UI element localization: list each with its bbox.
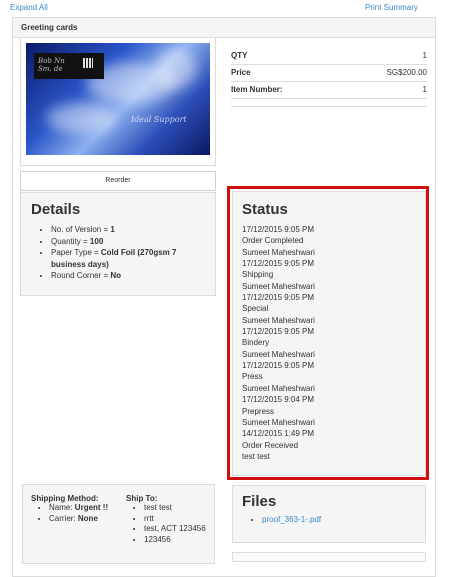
panel-header[interactable]: Greeting cards [13, 18, 435, 38]
ship-to-column: Ship To: test test rrtt test, ACT 123456… [126, 494, 214, 545]
status-line: Sumeet Maheshwari [242, 315, 315, 325]
status-line: Sumeet Maheshwari [242, 281, 315, 291]
reorder-button[interactable]: Reorder [20, 171, 216, 191]
greeting-card-image: Bob Nn Sm. de Ideal Support [26, 43, 210, 155]
status-line: 17/12/2015 9:05 PM [242, 259, 315, 269]
status-history: 17/12/2015 9:05 PM Order Completed Sumeet … [242, 224, 416, 462]
card-text-3: Ideal Support [131, 115, 187, 124]
status-line: Sumeet Maheshwari [242, 247, 315, 257]
details-item: Round Corner = No [51, 270, 205, 282]
details-item: Paper Type = Cold Foil (270gsm 7 busines… [51, 247, 205, 270]
ship-to-item: 123456 [144, 535, 214, 546]
shipping-method-title: Shipping Method: [31, 494, 99, 503]
price-row: Price SG$200.00 [231, 65, 427, 82]
shipping-method-item: Name: Urgent !! [49, 503, 119, 514]
status-line: 17/12/2015 9:05 PM [242, 361, 315, 371]
card-text-1: Bob Nn [38, 57, 65, 65]
details-item: No. of Version = 1 [51, 224, 205, 236]
info-divider [231, 99, 427, 107]
qty-label: QTY [231, 51, 248, 60]
shipping-method-item: Carrier: None [49, 514, 119, 525]
ship-to-item: test, ACT 123456 [144, 524, 214, 535]
item-number-row: Item Number: 1 [231, 82, 427, 99]
file-item: proof_363-1-.pdf [262, 514, 416, 526]
status-line: Special [242, 304, 269, 314]
status-line: 14/12/2015 1:49 PM [242, 429, 315, 439]
status-line: Sumeet Maheshwari [242, 417, 315, 427]
details-list: No. of Version = 1 Quantity = 100 Paper … [31, 224, 205, 282]
product-image-frame: Bob Nn Sm. de Ideal Support [20, 37, 216, 166]
status-line: 17/12/2015 9:05 PM [242, 225, 315, 234]
status-line: Press [242, 372, 263, 382]
status-line: Order Completed [242, 236, 304, 246]
qty-row: QTY 1 [231, 48, 427, 65]
status-line: Shipping [242, 270, 274, 280]
status-line: test test [242, 451, 271, 461]
details-item: Quantity = 100 [51, 236, 205, 248]
status-box: Status 17/12/2015 9:05 PM Order Completed… [232, 191, 426, 476]
ship-to-item: rrtt [144, 514, 214, 525]
print-summary-link[interactable]: Print Summary [365, 3, 418, 12]
next-panel-edge [232, 552, 426, 562]
status-line: 17/12/2015 9:05 PM [242, 327, 315, 337]
price-value: SG$200.00 [386, 68, 427, 77]
status-line: Prepress [242, 406, 275, 416]
price-label: Price [231, 68, 251, 77]
panel-title: Greeting cards [21, 23, 78, 32]
status-line: 17/12/2015 9:04 PM [242, 395, 315, 405]
status-title: Status [242, 201, 288, 218]
files-box: Files proof_363-1-.pdf [232, 485, 426, 543]
file-link[interactable]: proof_363-1-.pdf [262, 515, 321, 524]
status-line: Sumeet Maheshwari [242, 383, 315, 393]
details-box: Details No. of Version = 1 Quantity = 10… [20, 192, 216, 296]
item-number-label: Item Number: [231, 85, 283, 94]
status-line: 17/12/2015 9:05 PM [242, 293, 315, 303]
status-line: Order Received [242, 440, 299, 450]
status-line: Bindery [242, 338, 270, 348]
details-title: Details [31, 201, 81, 218]
ship-to-title: Ship To: [126, 494, 158, 503]
files-title: Files [242, 493, 277, 510]
shipping-method-column: Shipping Method: Name: Urgent !! Carrier… [31, 494, 119, 524]
shipping-box: Shipping Method: Name: Urgent !! Carrier… [22, 484, 215, 564]
expand-all-link[interactable]: Expand All [10, 3, 48, 12]
item-number-value: 1 [422, 85, 427, 94]
status-line: Sumeet Maheshwari [242, 349, 315, 359]
qty-value: 1 [422, 51, 427, 60]
card-text-2: Sm. de [38, 65, 63, 73]
ship-to-item: test test [144, 503, 214, 514]
